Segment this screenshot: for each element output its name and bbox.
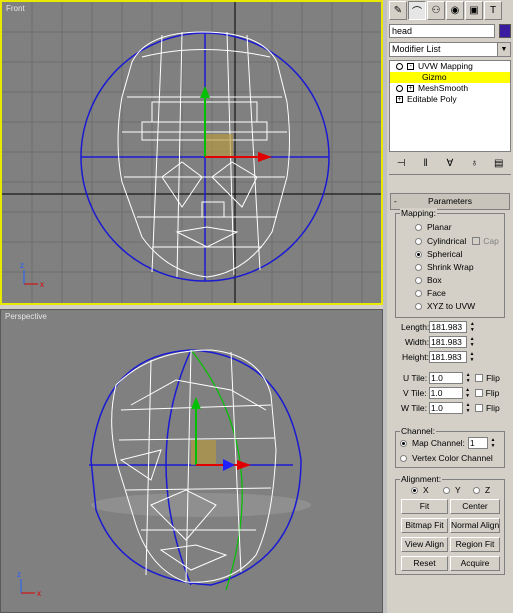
spinner-icon[interactable]: ▲ ▼: [490, 437, 496, 449]
map-channel-field[interactable]: 1: [467, 437, 488, 449]
pin-stack-icon[interactable]: ⊣: [394, 157, 408, 171]
chevron-down-icon: ▼: [497, 43, 510, 56]
radio-face[interactable]: Face: [415, 287, 446, 299]
create-icon[interactable]: ✎: [389, 1, 407, 20]
gizmo-plane-persp: [191, 440, 216, 465]
display-icon[interactable]: ▣: [465, 1, 483, 20]
configure-modifier-sets-icon[interactable]: ▤: [492, 157, 506, 171]
modifier-list-dropdown[interactable]: Modifier List ▼: [389, 42, 511, 57]
make-unique-icon[interactable]: ∀: [443, 157, 457, 171]
object-name-field[interactable]: head: [389, 24, 495, 38]
acquire-button[interactable]: Acquire: [450, 556, 500, 571]
channel-title: Channel:: [400, 426, 437, 436]
radio-planar[interactable]: Planar: [415, 221, 452, 233]
modifier-list-label: Modifier List: [392, 44, 441, 54]
hierarchy-icon[interactable]: ⚇: [427, 1, 445, 20]
height-row: Height: 181.983 ▲ ▼: [402, 350, 475, 363]
reset-button[interactable]: Reset: [401, 556, 448, 571]
svg-text:z: z: [20, 261, 24, 270]
lightbulb-icon[interactable]: [396, 85, 403, 92]
radio-spherical[interactable]: Spherical: [415, 248, 462, 260]
stack-toolbar: ⊣ ‖ ∀ ♁ ▤: [389, 154, 511, 175]
show-end-result-icon[interactable]: ‖: [419, 157, 433, 171]
radio-map-channel[interactable]: Map Channel: 1 ▲ ▼: [400, 437, 496, 449]
alignment-title: Alignment:: [400, 474, 443, 484]
length-row: Length: 181.983 ▲ ▼: [401, 320, 475, 333]
spinner-icon[interactable]: ▲ ▼: [469, 321, 475, 333]
collapse-icon[interactable]: -: [407, 63, 414, 70]
modify-icon[interactable]: ⌒: [408, 1, 426, 20]
radio-align-y[interactable]: Y: [443, 484, 461, 496]
svg-text:x: x: [37, 589, 41, 598]
stack-item-editable-poly[interactable]: + Editable Poly: [390, 94, 510, 105]
fit-button[interactable]: Fit: [401, 499, 448, 514]
motion-icon[interactable]: ◉: [446, 1, 464, 20]
spinner-icon[interactable]: ▲ ▼: [465, 387, 471, 399]
radio-vertex-color-channel[interactable]: Vertex Color Channel: [400, 452, 493, 464]
u-flip-checkbox[interactable]: [475, 373, 484, 382]
vtile-row: V Tile: 1.0 ▲ ▼ Flip: [403, 386, 500, 399]
radio-xyz-to-uvw[interactable]: XYZ to UVW: [415, 300, 475, 312]
object-color-swatch[interactable]: [499, 24, 511, 38]
perspective-viewport-graphics: x z: [17, 349, 311, 598]
view-align-button[interactable]: View Align: [401, 537, 448, 552]
utilities-icon[interactable]: T: [484, 1, 502, 20]
radio-box[interactable]: Box: [415, 274, 442, 286]
head-mesh-persp: [111, 349, 277, 583]
radio-align-x[interactable]: X: [411, 484, 429, 496]
expand-icon[interactable]: +: [396, 96, 403, 103]
wtile-field[interactable]: 1.0: [428, 401, 463, 414]
cap-checkbox[interactable]: [472, 237, 481, 245]
spinner-icon[interactable]: ▲ ▼: [465, 402, 471, 414]
svg-text:x: x: [40, 280, 44, 289]
width-row: Width: 181.983 ▲ ▼: [405, 335, 475, 348]
collapse-icon: -: [394, 196, 397, 206]
mapping-title: Mapping:: [400, 208, 437, 218]
remove-modifier-icon[interactable]: ♁: [467, 157, 481, 171]
radio-shrink-wrap[interactable]: Shrink Wrap: [415, 261, 474, 273]
radio-cylindrical[interactable]: Cylindrical Cap: [415, 235, 499, 247]
front-viewport[interactable]: Front x z: [0, 0, 383, 305]
width-field[interactable]: 181.983: [429, 335, 468, 348]
bitmap-fit-button[interactable]: Bitmap Fit: [401, 518, 448, 533]
w-flip-checkbox[interactable]: [474, 403, 483, 412]
expand-icon[interactable]: +: [407, 85, 414, 92]
length-field[interactable]: 181.983: [429, 320, 468, 333]
spinner-icon[interactable]: ▲ ▼: [465, 372, 471, 384]
utile-field[interactable]: 1.0: [429, 371, 464, 384]
svg-text:z: z: [17, 570, 21, 579]
utile-row: U Tile: 1.0 ▲ ▼ Flip: [403, 371, 500, 384]
radio-align-z[interactable]: Z: [473, 484, 490, 496]
normal-align-button[interactable]: Normal Align: [450, 518, 500, 533]
modifier-stack[interactable]: - UVW Mapping Gizmo + MeshSmooth + Edita…: [389, 60, 511, 152]
center-button[interactable]: Center: [450, 499, 500, 514]
gizmo-plane: [205, 134, 233, 156]
v-flip-checkbox[interactable]: [474, 388, 483, 397]
perspective-viewport[interactable]: Perspective x z: [0, 309, 383, 613]
wtile-row: W Tile: 1.0 ▲ ▼ Flip: [401, 401, 500, 414]
spinner-icon[interactable]: ▲ ▼: [469, 351, 475, 363]
height-field[interactable]: 181.983: [428, 350, 467, 363]
spinner-icon[interactable]: ▲ ▼: [469, 336, 475, 348]
stack-item-meshsmooth[interactable]: + MeshSmooth: [390, 83, 510, 94]
front-viewport-graphics: x z: [2, 2, 381, 303]
command-panel-tabs: ✎ ⌒ ⚇ ◉ ▣ T: [389, 1, 502, 21]
gizmo-sphere-persp: [89, 349, 302, 586]
lightbulb-icon[interactable]: [396, 63, 403, 70]
vtile-field[interactable]: 1.0: [428, 386, 463, 399]
stack-item-uvw-mapping[interactable]: - UVW Mapping: [390, 61, 510, 72]
axis-tripod-persp: x z: [17, 570, 41, 598]
stack-item-gizmo[interactable]: Gizmo: [390, 72, 510, 83]
command-panel: ✎ ⌒ ⚇ ◉ ▣ T head Modifier List ▼ - UVW M…: [387, 0, 513, 613]
region-fit-button[interactable]: Region Fit: [450, 537, 500, 552]
